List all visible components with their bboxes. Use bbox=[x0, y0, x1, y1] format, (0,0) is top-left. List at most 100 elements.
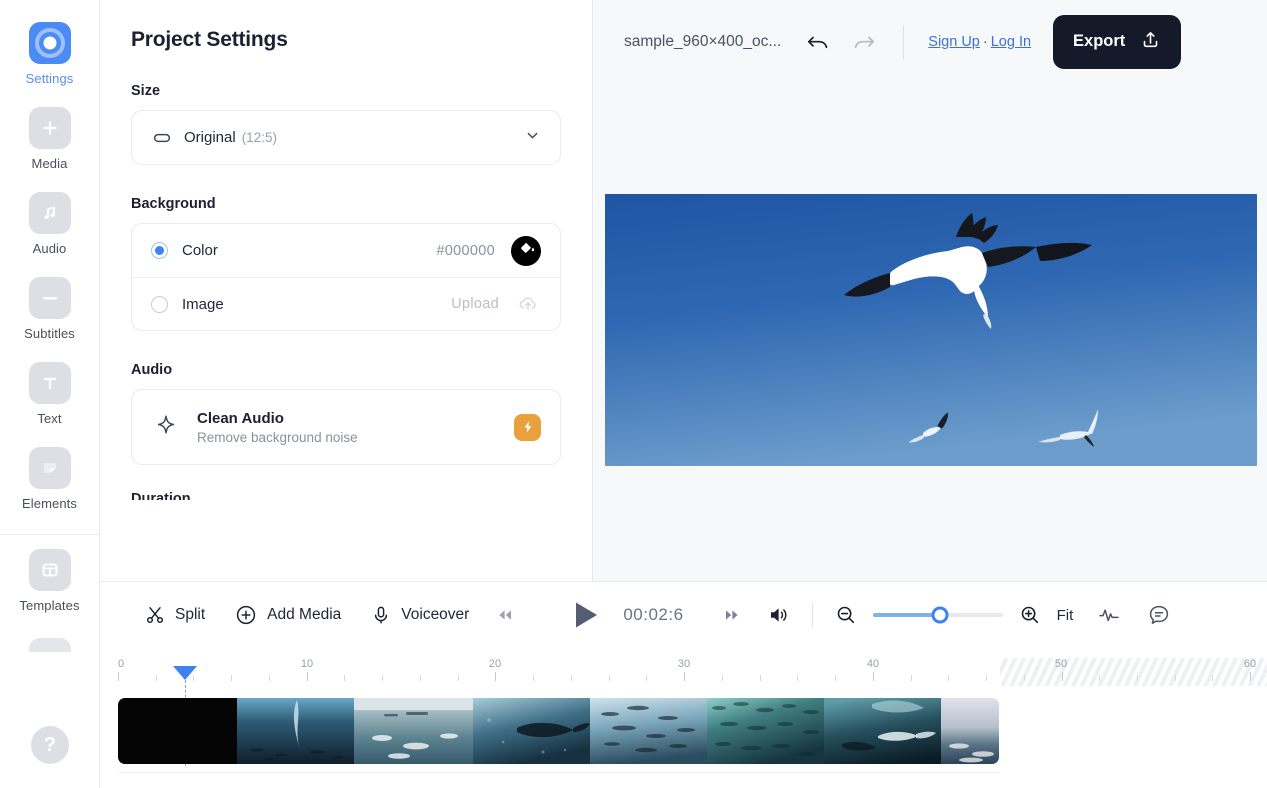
sidebar-item-label: Media bbox=[31, 156, 68, 171]
plus-icon bbox=[28, 107, 71, 149]
table-row[interactable] bbox=[237, 698, 354, 764]
size-select[interactable]: Original (12:5) bbox=[131, 110, 561, 165]
topbar-divider bbox=[903, 24, 905, 59]
add-media-label: Add Media bbox=[267, 606, 342, 623]
background-color-label: Color bbox=[182, 242, 218, 259]
voiceover-button[interactable]: Voiceover bbox=[371, 605, 469, 625]
ruler-tick bbox=[457, 675, 459, 681]
ruler-label: 60 bbox=[1243, 658, 1257, 670]
sidebar-item-settings[interactable]: Settings bbox=[0, 22, 100, 86]
page-title: Project Settings bbox=[131, 28, 288, 51]
play-button[interactable] bbox=[571, 599, 601, 631]
microphone-icon bbox=[371, 605, 391, 625]
plus-circle-icon bbox=[235, 604, 257, 626]
project-filename[interactable]: sample_960×400_oc... bbox=[624, 33, 781, 51]
chevron-down-icon bbox=[524, 127, 541, 149]
ruler-tick bbox=[1212, 675, 1214, 681]
preview-frame bbox=[605, 194, 1257, 466]
sidebar-item-templates[interactable]: Templates bbox=[0, 549, 100, 613]
ruler-label: 50 bbox=[1054, 658, 1068, 670]
ruler-tick bbox=[910, 675, 912, 681]
background-options: Color #000000 Image Upload bbox=[131, 223, 561, 331]
background-color-value: #000000 bbox=[436, 242, 495, 259]
settings-rings-icon bbox=[28, 22, 71, 64]
subtitles-icon bbox=[28, 277, 71, 319]
auth-links: Sign Up · Log In bbox=[928, 34, 1031, 50]
clean-audio-card[interactable]: Clean Audio Remove background noise bbox=[131, 389, 561, 465]
project-settings-panel: Project Settings Size Original (12:5) Ba… bbox=[100, 0, 593, 581]
size-ratio: (12:5) bbox=[241, 130, 277, 145]
sidebar-item-partial[interactable] bbox=[28, 638, 71, 652]
size-section-label: Size bbox=[131, 83, 161, 99]
track-baseline bbox=[118, 772, 999, 773]
background-color-row[interactable]: Color #000000 bbox=[132, 224, 560, 277]
timeline-out-of-range bbox=[1000, 658, 1267, 686]
zoom-slider-thumb[interactable] bbox=[931, 606, 949, 624]
paint-bucket-icon bbox=[518, 240, 535, 262]
export-label: Export bbox=[1073, 32, 1126, 50]
ruler-tick bbox=[382, 675, 384, 681]
duration-section-label: Duration bbox=[131, 491, 191, 500]
table-row[interactable] bbox=[824, 698, 941, 764]
video-preview[interactable] bbox=[605, 194, 1257, 466]
sidebar-item-label: Audio bbox=[32, 241, 67, 256]
fast-forward-icon[interactable] bbox=[722, 605, 742, 625]
sidebar-item-subtitles[interactable]: Subtitles bbox=[0, 277, 100, 341]
clean-audio-title: Clean Audio bbox=[197, 409, 284, 427]
help-button[interactable]: ? bbox=[31, 726, 69, 764]
playback-toolbar: Split Add Media Voiceover 00:02:6 Fit bbox=[100, 582, 1267, 648]
table-row[interactable] bbox=[941, 698, 999, 764]
templates-grid-icon bbox=[28, 549, 71, 591]
zoom-slider[interactable] bbox=[872, 606, 1003, 624]
ruler-tick bbox=[419, 675, 421, 681]
sidebar-item-label: Elements bbox=[22, 496, 77, 511]
color-swatch-button[interactable] bbox=[511, 235, 541, 266]
ruler-tick bbox=[646, 675, 648, 681]
sidebar-item-label: Templates bbox=[19, 598, 80, 613]
size-value: Original bbox=[184, 129, 236, 146]
sidebar-item-media[interactable]: Media bbox=[0, 107, 100, 171]
size-select-row[interactable]: Original (12:5) bbox=[132, 111, 560, 164]
table-row[interactable] bbox=[354, 698, 473, 764]
timeline-ruler[interactable]: 0 10 20 30 40 50 60 bbox=[118, 658, 1267, 766]
split-button[interactable]: Split bbox=[145, 605, 205, 625]
table-row[interactable] bbox=[118, 698, 237, 764]
zoom-out-button[interactable] bbox=[835, 604, 857, 626]
left-sidebar: Settings Media Audio Subtitles Text Elem… bbox=[0, 0, 100, 788]
volume-button[interactable] bbox=[766, 603, 790, 627]
caption-bubble-icon[interactable] bbox=[1147, 603, 1171, 627]
ruler-tick bbox=[948, 675, 950, 681]
log-in-link[interactable]: Log In bbox=[991, 34, 1031, 50]
sidebar-item-elements[interactable]: Elements bbox=[0, 447, 100, 511]
zoom-in-button[interactable] bbox=[1019, 604, 1041, 626]
export-button[interactable]: Export bbox=[1053, 14, 1182, 69]
lightning-bolt-icon[interactable] bbox=[514, 413, 541, 441]
ruler-tick bbox=[268, 675, 270, 681]
clean-audio-subtitle: Remove background noise bbox=[197, 429, 358, 445]
undo-arrow-icon[interactable] bbox=[805, 29, 831, 55]
cloud-upload-icon[interactable] bbox=[515, 291, 541, 317]
ruler-tick bbox=[835, 675, 837, 681]
table-row[interactable] bbox=[590, 698, 707, 764]
sidebar-item-audio[interactable]: Audio bbox=[0, 192, 100, 256]
video-track[interactable] bbox=[118, 698, 999, 764]
radio-image[interactable] bbox=[151, 295, 168, 313]
playhead-handle[interactable] bbox=[173, 666, 197, 680]
radio-color[interactable] bbox=[151, 242, 168, 259]
sign-up-link[interactable]: Sign Up bbox=[928, 34, 980, 50]
redo-arrow-icon[interactable] bbox=[851, 29, 877, 55]
ruler-tick bbox=[231, 675, 233, 681]
rewind-icon[interactable] bbox=[495, 605, 515, 625]
clean-audio-row[interactable]: Clean Audio Remove background noise bbox=[132, 390, 560, 464]
background-image-row[interactable]: Image Upload bbox=[132, 277, 560, 330]
share-upload-icon bbox=[1140, 29, 1161, 55]
audio-waveform-icon[interactable] bbox=[1097, 603, 1121, 627]
sidebar-divider bbox=[0, 534, 100, 535]
table-row[interactable] bbox=[707, 698, 824, 764]
ruler-label: 0 bbox=[118, 658, 125, 670]
sidebar-item-text[interactable]: Text bbox=[0, 362, 100, 426]
ruler-tick bbox=[570, 675, 572, 681]
table-row[interactable] bbox=[473, 698, 590, 764]
add-media-button[interactable]: Add Media bbox=[235, 604, 341, 626]
fit-button[interactable]: Fit bbox=[1057, 607, 1074, 624]
